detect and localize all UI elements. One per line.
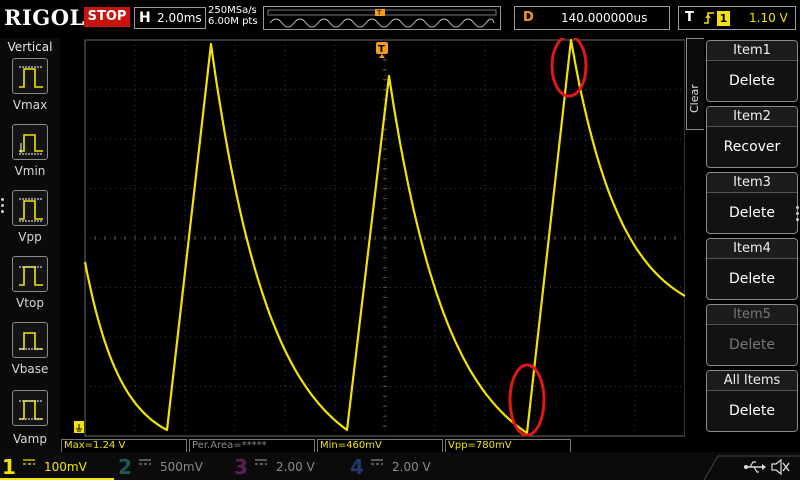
channel3-scale: 2.00 V: [276, 460, 315, 474]
menu-item4-title: Item4: [707, 239, 797, 259]
dc-coupling-icon: [22, 458, 36, 469]
vtop-icon: [19, 266, 43, 286]
measurement-results: Max=1.24 V Per.Area=***** Min=460mV Vpp=…: [61, 438, 685, 452]
measure-vpp: Vpp=780mV: [445, 439, 571, 452]
menu-item2[interactable]: Item2 Recover: [706, 106, 798, 168]
trigger-level: 1.10 V: [749, 11, 788, 25]
measure-per-area: Per.Area=*****: [189, 439, 315, 452]
vamp-label: Vamp: [13, 432, 47, 446]
measure-min: Min=460mV: [317, 439, 443, 452]
vamp-icon: [19, 400, 43, 420]
dc-coupling-icon: [138, 458, 152, 469]
menu-item5-action: Delete: [729, 337, 775, 353]
horizontal-label: H: [139, 10, 151, 26]
top-status-bar: RIGOL STOP H 2.00ms 250MSa/s 6.00M pts T…: [0, 0, 800, 38]
channel1-number: 1: [2, 455, 16, 479]
menu-item5-title: Item5: [707, 305, 797, 325]
channel4-scale: 2.00 V: [392, 460, 431, 474]
trigger-label: T: [685, 10, 694, 25]
vertical-measure-panel: Vertical Vmax Vmin Vpp Vtop Vbase Vamp: [0, 38, 60, 452]
graticule: T: [74, 38, 685, 437]
channel3-number: 3: [234, 455, 248, 479]
run-stop-indicator[interactable]: STOP: [84, 7, 130, 27]
vtop-label: Vtop: [16, 296, 44, 310]
channel4-button[interactable]: 4 2.00 V: [348, 454, 462, 480]
acquisition-info: 250MSa/s 6.00M pts: [208, 5, 258, 27]
menu-item4-action: Delete: [729, 271, 775, 287]
channel1-scale: 100mV: [44, 460, 87, 474]
waveform-display[interactable]: T: [61, 38, 685, 438]
delay-label: D: [523, 10, 534, 25]
menu-item2-title: Item2: [707, 107, 797, 127]
vpp-label: Vpp: [18, 230, 42, 244]
vmax-button[interactable]: [12, 58, 48, 94]
menu-all-items[interactable]: All Items Delete: [706, 370, 798, 432]
vpp-button[interactable]: [12, 190, 48, 226]
clear-menu-tab[interactable]: Clear: [686, 38, 704, 130]
brand-logo: RIGOL: [4, 5, 85, 30]
vmax-label: Vmax: [12, 98, 48, 112]
vmin-label: Vmin: [14, 164, 46, 178]
timeline-overview: T: [267, 9, 497, 28]
speaker-muted-icon: [771, 458, 790, 476]
measure-max: Max=1.24 V: [61, 439, 187, 452]
channel3-button[interactable]: 3 2.00 V: [232, 454, 346, 480]
channel4-number: 4: [350, 455, 364, 479]
horizontal-timebase[interactable]: H 2.00ms: [134, 7, 206, 29]
channel2-scale: 500mV: [160, 460, 203, 474]
trigger-source-badge: 1: [717, 11, 730, 26]
panel-title: Vertical: [7, 40, 53, 54]
rising-edge-icon: [703, 11, 715, 29]
menu-item3-title: Item3: [707, 173, 797, 193]
vbase-button[interactable]: [12, 322, 48, 358]
timebase-value: 2.00ms: [157, 11, 202, 25]
sample-rate: 250MSa/s: [208, 5, 257, 16]
system-status-area: [703, 452, 800, 480]
channel1-ground-marker: [74, 421, 84, 433]
trigger-settings[interactable]: T 1 1.10 V: [678, 6, 796, 30]
clear-measure-menu: Clear Item1 Delete Item2 Recover Item3 D…: [686, 38, 800, 452]
dc-coupling-icon: [254, 458, 268, 469]
menu-item1-action: Delete: [729, 73, 775, 89]
usb-icon: [744, 461, 766, 473]
trigger-marker-glyph: T: [378, 44, 385, 55]
menu-item3-action: Delete: [729, 205, 775, 221]
memory-depth: 6.00M pts: [208, 16, 258, 27]
menu-item4[interactable]: Item4 Delete: [706, 238, 798, 300]
delay-value: 140.000000us: [561, 11, 648, 25]
menu-item5[interactable]: Item5 Delete: [706, 304, 798, 366]
vtop-button[interactable]: [12, 256, 48, 292]
vbase-label: Vbase: [11, 362, 49, 376]
menu-all-items-title: All Items: [707, 371, 797, 391]
vmin-button[interactable]: [12, 124, 48, 160]
menu-item2-action: Recover: [723, 139, 781, 155]
vamp-button[interactable]: [12, 390, 48, 426]
vmax-icon: [19, 66, 43, 88]
vpp-icon: [19, 198, 43, 222]
clear-menu-label: Clear: [688, 84, 701, 113]
scroll-indicator: [1, 198, 5, 216]
channel1-button[interactable]: 1 100mV: [0, 454, 114, 480]
menu-item1-title: Item1: [707, 41, 797, 61]
channel2-number: 2: [118, 455, 132, 479]
dc-coupling-icon: [370, 458, 384, 469]
menu-item1[interactable]: Item1 Delete: [706, 40, 798, 102]
memory-timeline[interactable]: T: [263, 6, 501, 30]
menu-item3[interactable]: Item3 Delete: [706, 172, 798, 234]
menu-scroll-indicator: [796, 206, 800, 224]
vmin-icon: [19, 134, 43, 155]
menu-all-items-action: Delete: [729, 403, 775, 419]
channel-bar: 1 100mV 2 500mV 3 2.00 V 4 2.00 V: [0, 452, 800, 480]
trigger-delay[interactable]: D 140.000000us: [514, 6, 670, 30]
channel2-button[interactable]: 2 500mV: [116, 454, 230, 480]
vbase-icon: [19, 332, 43, 350]
timeline-trigger-glyph: T: [376, 9, 382, 17]
